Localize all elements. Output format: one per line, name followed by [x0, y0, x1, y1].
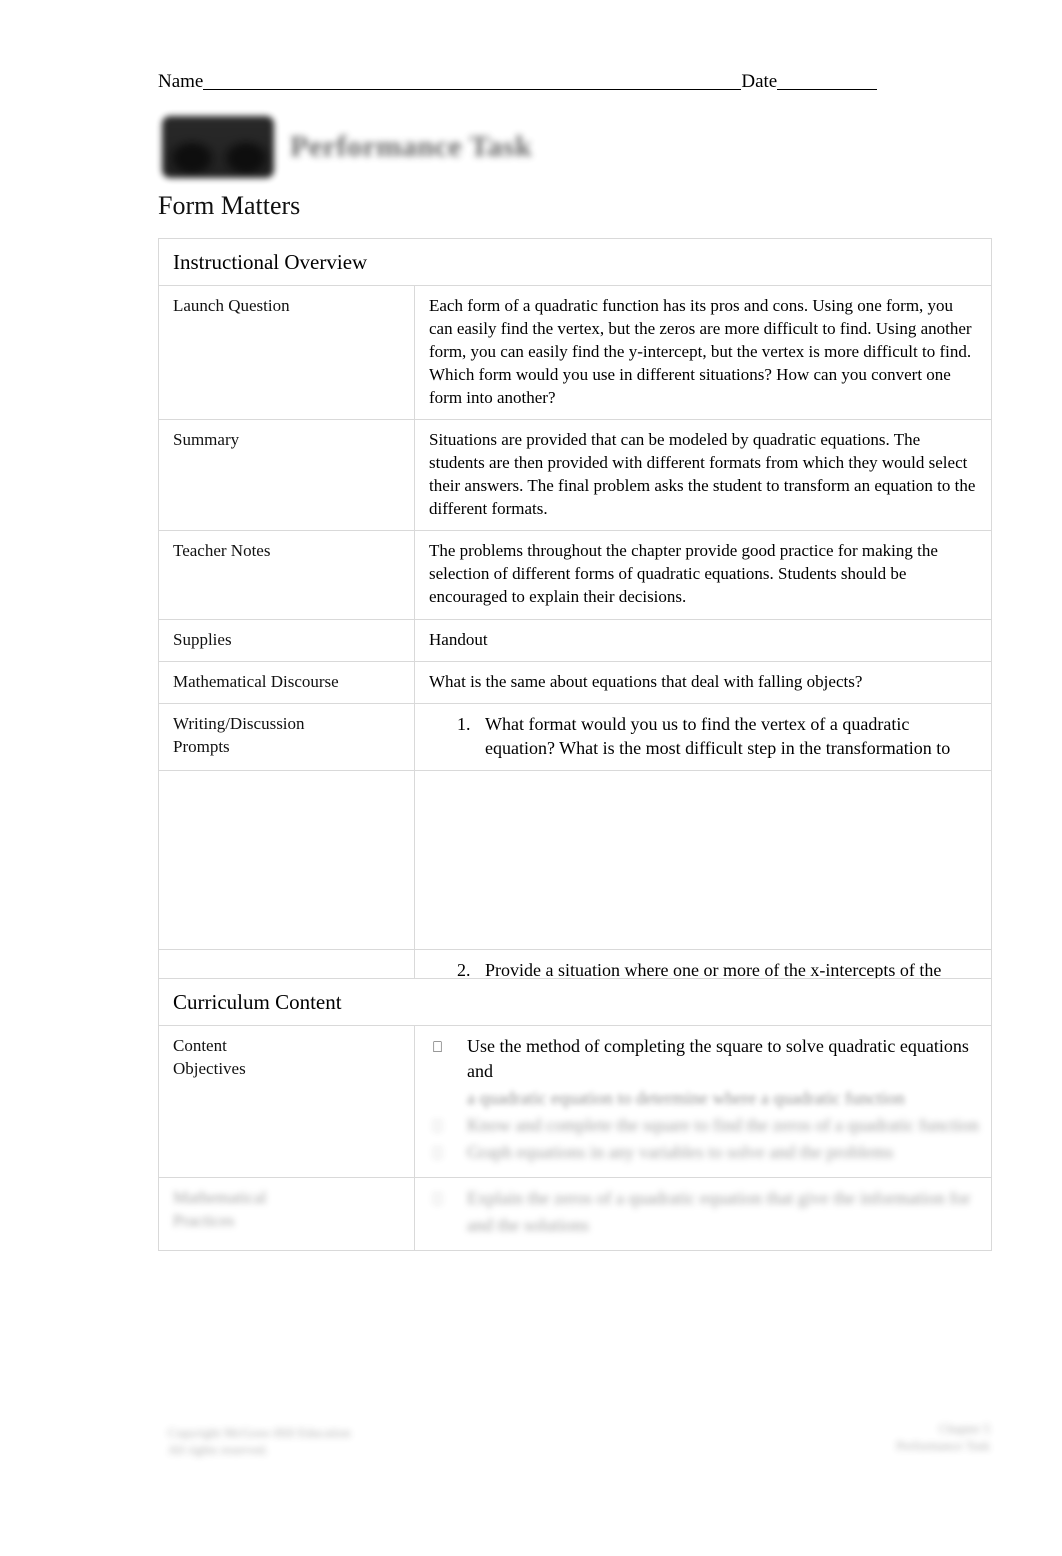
name-date-header: Name Date — [158, 70, 910, 94]
footer-right-line-2: Performance Task — [896, 1438, 990, 1453]
name-label: Name — [158, 71, 204, 92]
row-body-launch-question: Each form of a quadratic function has it… — [414, 285, 992, 420]
table-row: Mathematical Discourse What is the same … — [158, 661, 992, 704]
prompts-list-part-1: What format would you us to find the ver… — [429, 712, 979, 760]
table-row: Content Objectives ⎕ Use the method of c… — [158, 1025, 992, 1178]
table-row: Mathematical Practices ⎕ Explain the zer… — [158, 1177, 992, 1251]
row-body-content-objectives: ⎕ Use the method of completing the squar… — [414, 1025, 992, 1178]
box-bullet-icon: ⎕ — [433, 1117, 443, 1135]
content-objectives-list: ⎕ Use the method of completing the squar… — [429, 1034, 979, 1165]
table-row: Teacher Notes The problems throughout th… — [158, 530, 992, 620]
row-label-content-objectives: Content Objectives — [158, 1025, 415, 1178]
page-title: Form Matters — [158, 191, 301, 220]
footer-left: Copyright McGraw-Hill Education All righ… — [168, 1424, 588, 1458]
row-body-mathematical-practices: ⎕ Explain the zeros of a quadratic equat… — [414, 1177, 992, 1251]
name-blank-rule — [203, 89, 742, 90]
list-item-text: Graph equations in any variables to solv… — [467, 1142, 894, 1162]
list-item-text: Know and complete the square to find the… — [467, 1115, 979, 1135]
list-item-text: Explain the zeros of a quadratic equatio… — [467, 1188, 971, 1208]
row-label-writing-discussion-prompts: Writing/Discussion Prompts — [158, 703, 415, 771]
row-body-summary: Situations are provided that can be mode… — [414, 419, 992, 531]
row-label-mathematical-practices: Mathematical Practices — [158, 1177, 415, 1251]
table-row: Launch Question Each form of a quadratic… — [158, 285, 992, 420]
footer-right: Chapter 5 Performance Task — [790, 1420, 990, 1454]
row-body-teacher-notes: The problems throughout the chapter prov… — [414, 530, 992, 620]
date-blank-rule — [777, 89, 878, 90]
footer-left-line-2: All rights reserved. — [168, 1442, 269, 1457]
list-item: What format would you us to find the ver… — [475, 712, 979, 760]
row-body-supplies: Handout — [414, 619, 992, 662]
row-label-mathematical-discourse: Mathematical Discourse — [158, 661, 415, 704]
table-row: Summary Situations are provided that can… — [158, 419, 992, 531]
footer-right-line-1: Chapter 5 — [939, 1421, 990, 1436]
instructional-overview-table: Instructional Overview Launch Question E… — [158, 238, 992, 1017]
content-objectives-label-line-1: Content — [173, 1036, 227, 1055]
prompts-label-line-2: Prompts — [173, 737, 230, 756]
prompts-label-line-1: Writing/Discussion — [173, 714, 305, 733]
table-row-page-gap — [158, 770, 992, 950]
practices-label-line-2: Practices — [173, 1211, 235, 1230]
table-row: Supplies Handout — [158, 619, 992, 662]
date-label: Date — [741, 71, 778, 92]
document-page: Name Date Performance Task Form Matters I… — [0, 0, 1062, 1556]
list-item: and the solutions — [429, 1213, 979, 1238]
section-title-instructional-overview: Instructional Overview — [158, 238, 992, 286]
mathematical-practices-list: ⎕ Explain the zeros of a quadratic equat… — [429, 1186, 979, 1238]
list-item: ⎕ Explain the zeros of a quadratic equat… — [429, 1186, 979, 1211]
table-row-section-header: Curriculum Content — [158, 978, 992, 1026]
practices-label-line-1: Mathematical — [173, 1188, 267, 1207]
row-label-summary: Summary — [158, 419, 415, 531]
list-item: a quadratic equation to determine where … — [429, 1086, 979, 1111]
publisher-logo-icon — [162, 116, 274, 178]
page-gap-label-cell — [158, 770, 415, 950]
list-item: ⎕ Know and complete the square to find t… — [429, 1113, 979, 1138]
footer-left-line-1: Copyright McGraw-Hill Education — [168, 1425, 351, 1440]
table-row-section-header: Instructional Overview — [158, 238, 992, 286]
list-item: ⎕ Use the method of completing the squar… — [429, 1034, 979, 1084]
list-item: ⎕ Graph equations in any variables to so… — [429, 1140, 979, 1165]
page-gap-body-cell — [414, 770, 992, 950]
list-item-text: and the solutions — [467, 1215, 589, 1235]
box-bullet-icon: ⎕ — [433, 1038, 443, 1056]
section-title-curriculum-content: Curriculum Content — [158, 978, 992, 1026]
box-bullet-icon: ⎕ — [433, 1190, 443, 1208]
table-row: Writing/Discussion Prompts What format w… — [158, 703, 992, 771]
list-item-text: a quadratic equation to determine where … — [467, 1088, 905, 1108]
content-objectives-label-line-2: Objectives — [173, 1059, 246, 1078]
row-body-mathematical-discourse: What is the same about equations that de… — [414, 661, 992, 704]
row-body-writing-discussion-prompt-1: What format would you us to find the ver… — [414, 703, 992, 771]
performance-task-banner: Performance Task — [162, 114, 532, 180]
box-bullet-icon: ⎕ — [433, 1144, 443, 1162]
row-label-supplies: Supplies — [158, 619, 415, 662]
row-label-teacher-notes: Teacher Notes — [158, 530, 415, 620]
row-label-launch-question: Launch Question — [158, 285, 415, 420]
list-item-text: Use the method of completing the square … — [467, 1036, 969, 1081]
curriculum-content-table: Curriculum Content Content Objectives ⎕ … — [158, 978, 992, 1251]
banner-title: Performance Task — [290, 130, 533, 163]
